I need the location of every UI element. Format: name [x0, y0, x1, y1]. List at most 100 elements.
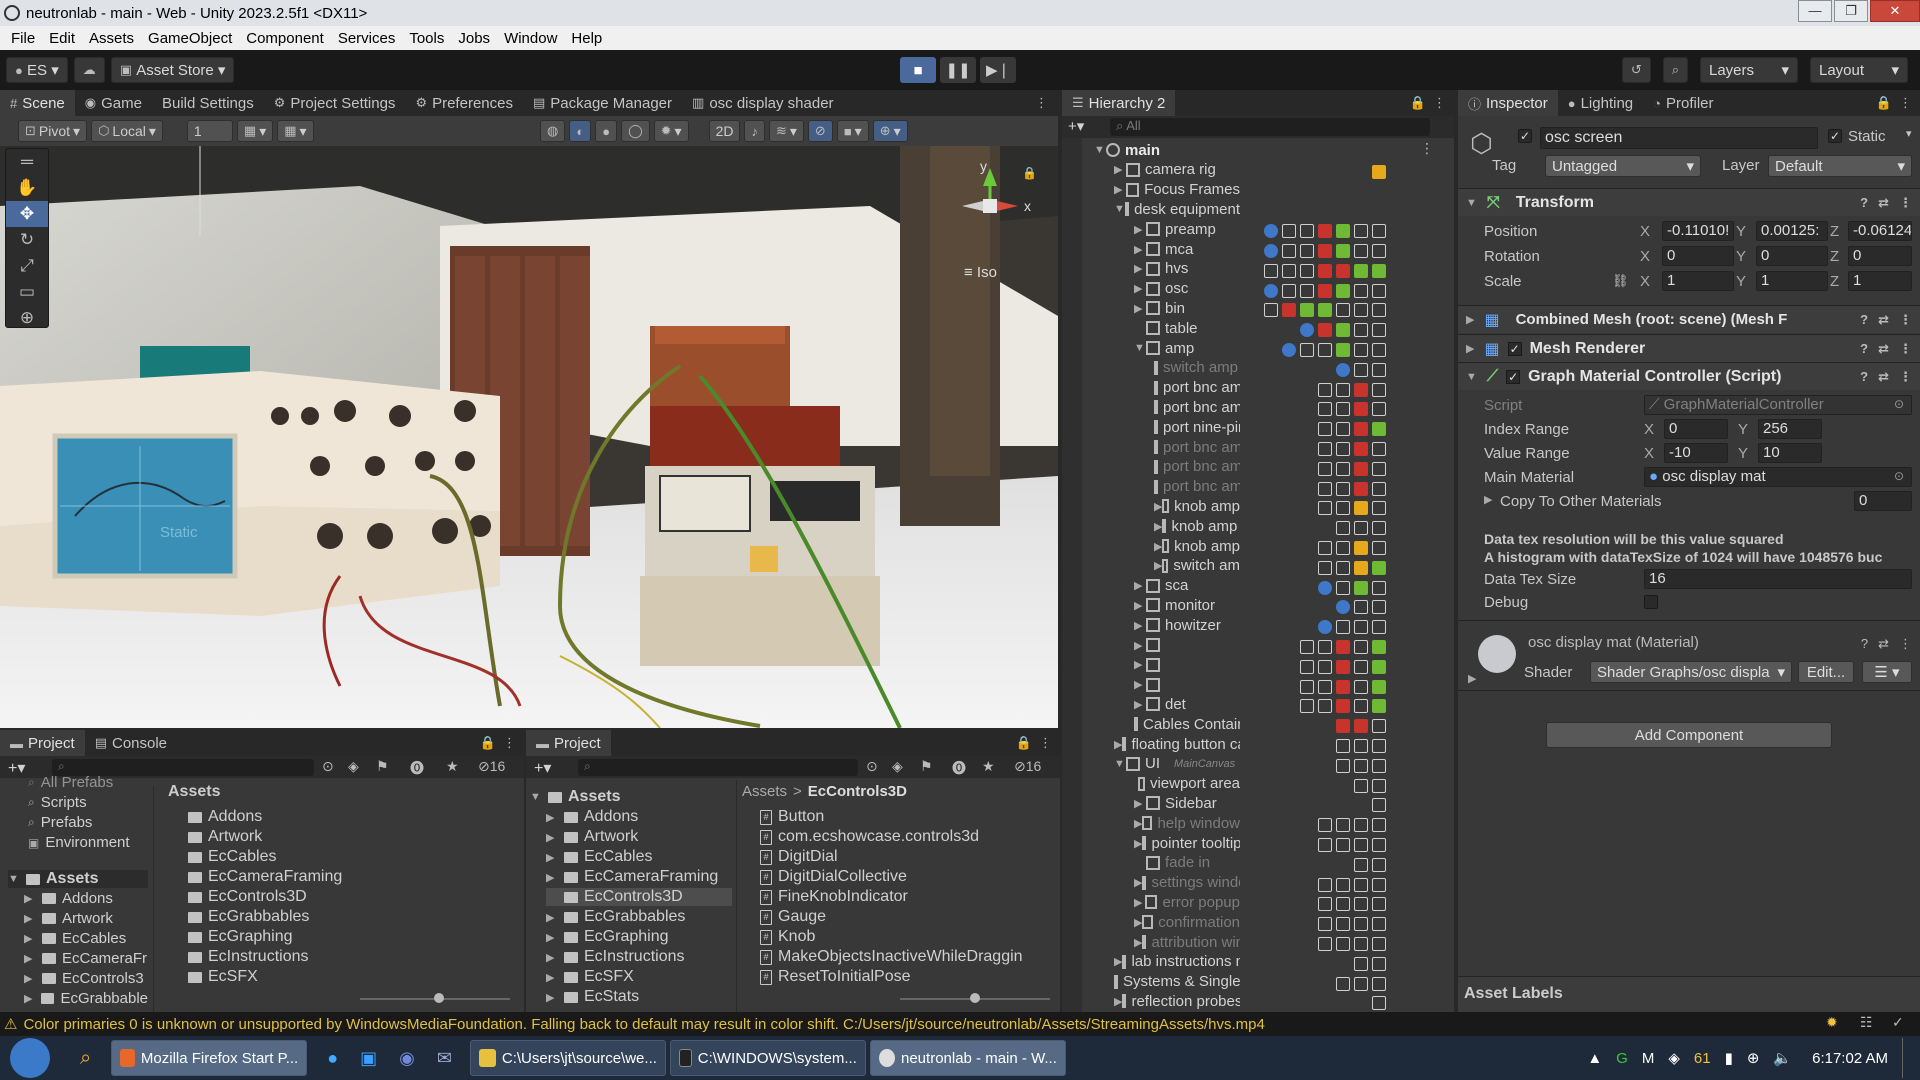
hand-tool-button[interactable]: ✋	[6, 175, 48, 201]
transform-rot-x-field[interactable]: 0	[1662, 246, 1734, 266]
script-file-item[interactable]: # ResetToInitialPose	[760, 968, 911, 986]
transform-pos-y-field[interactable]: 0.00125:	[1756, 221, 1828, 241]
hierarchy-row[interactable]: Cables Container	[1134, 714, 1240, 734]
data-tex-size-field[interactable]: 16	[1644, 569, 1912, 589]
tree-folder[interactable]: ▶ EcGrabbables	[546, 908, 732, 926]
tab-lighting[interactable]: ● Lighting	[1558, 90, 1643, 116]
folder-item[interactable]: EcControls3D	[188, 888, 307, 906]
hierarchy-row[interactable]: viewport area	[1134, 774, 1240, 794]
script-file-item[interactable]: # Button	[760, 808, 824, 826]
foldout-arrow-icon[interactable]: ▶	[1114, 955, 1122, 968]
hierarchy-visibility-gutter[interactable]	[1062, 138, 1082, 1012]
mail-icon[interactable]: ✉	[437, 1048, 452, 1069]
more-menu-icon[interactable]: ⋮	[1899, 636, 1912, 652]
hierarchy-row[interactable]: port bnc amp un	[1154, 457, 1240, 477]
transform-rot-y-field[interactable]: 0	[1756, 246, 1828, 266]
2d-toggle[interactable]: 2D	[708, 120, 741, 142]
foldout-arrow-icon[interactable]: ▶	[1134, 837, 1142, 850]
lock-icon[interactable]: 🔒	[1876, 95, 1892, 111]
tree-root-assets[interactable]: ▼ Assets	[530, 788, 620, 806]
copy-to-other-field[interactable]: 0	[1854, 491, 1912, 511]
folder-item[interactable]: EcGraphing	[188, 928, 293, 946]
tree-folder[interactable]: ▶ EcCables	[24, 930, 148, 947]
object-picker-icon[interactable]: ⊙	[1894, 397, 1904, 411]
value-range-y-field[interactable]: 10	[1758, 443, 1822, 463]
shader-edit-button[interactable]: Edit...	[1798, 661, 1854, 683]
tree-folder[interactable]: ▶ EcCables	[546, 848, 732, 866]
more-menu-icon[interactable]: ⋮	[1899, 369, 1912, 385]
folder-item[interactable]: EcCables	[188, 848, 276, 866]
hierarchy-row[interactable]: ▶ preamp	[1134, 219, 1240, 239]
tab-project-settings[interactable]: ⚙ Project Settings	[264, 90, 406, 116]
label-filter-icon[interactable]: ◈	[892, 758, 903, 775]
transform-scl-y-field[interactable]: 1	[1756, 271, 1828, 291]
status-bar[interactable]: ⚠ Color primaries 0 is unknown or unsupp…	[0, 1012, 1920, 1036]
label-filter-icon[interactable]: ◈	[348, 758, 359, 775]
search-by-type-icon[interactable]: ⊙	[866, 758, 878, 775]
volume-icon[interactable]: 🔈	[1773, 1049, 1792, 1067]
grid-snap-button[interactable]: ▦ ▾	[236, 120, 274, 142]
hierarchy-row[interactable]: ▶	[1134, 635, 1240, 655]
foldout-arrow-icon[interactable]: ▶	[1114, 183, 1126, 196]
hierarchy-row[interactable]: ▶ sca	[1134, 576, 1240, 596]
hierarchy-row[interactable]: ▶ knob amp	[1154, 496, 1240, 516]
foldout-arrow-icon[interactable]: ▶	[1134, 678, 1146, 691]
tab-osc-display-shader[interactable]: ▥ osc display shader	[682, 90, 844, 116]
tab-console[interactable]: ▤ Console	[85, 730, 177, 756]
hierarchy-row[interactable]: ▼ desk equipment	[1114, 199, 1240, 219]
hierarchy-row[interactable]: switch amp blr auto	[1154, 358, 1240, 378]
layout-dropdown[interactable]: Layout ▾	[1810, 57, 1908, 83]
star-icon[interactable]: ★	[446, 758, 459, 775]
foldout-arrow-icon[interactable]: ▶	[1134, 698, 1146, 711]
scene-viewport[interactable]: y x ≡ Iso Static 🔒	[0, 146, 1058, 728]
pause-button[interactable]: ❚❚	[940, 57, 976, 83]
transform-pos-x-field[interactable]: -0.11010!	[1662, 221, 1734, 241]
shading-wireframe-button[interactable]: ◍	[540, 120, 566, 142]
scale-tool-button[interactable]: ⤢	[6, 253, 48, 279]
battery-icon[interactable]: ▮	[1725, 1049, 1733, 1067]
tree-folder[interactable]: ▶ EcCameraFr	[24, 950, 148, 967]
foldout-arrow-icon[interactable]: ▶	[1134, 619, 1146, 632]
hierarchy-row[interactable]: ▶ knob amp	[1154, 536, 1240, 556]
foldout-arrow-icon[interactable]: ▼	[1114, 758, 1126, 770]
hierarchy-row[interactable]: ▶ reflection probes	[1114, 991, 1240, 1011]
combined-mesh-header[interactable]: ▶ ▦ Combined Mesh (root: scene) (Mesh F …	[1458, 305, 1920, 333]
hierarchy-row[interactable]: ▶	[1134, 655, 1240, 675]
foldout-arrow-icon[interactable]: ▶	[1134, 658, 1146, 671]
more-menu-icon[interactable]: ⋮	[1433, 95, 1446, 111]
close-button[interactable]: ✕	[1870, 0, 1920, 22]
minimize-button[interactable]: —	[1798, 0, 1832, 22]
hierarchy-row[interactable]: ▶ camera rig	[1114, 160, 1240, 180]
foldout-arrow-icon[interactable]: ▶	[1154, 559, 1162, 572]
help-icon[interactable]: ?	[1860, 312, 1868, 328]
step-button[interactable]: ▶❘	[980, 57, 1016, 83]
filter-icon[interactable]: ⚑	[376, 758, 389, 775]
more-menu-icon[interactable]: ⋮	[1899, 341, 1912, 357]
create-button[interactable]: +▾	[1068, 117, 1084, 135]
mesh-renderer-header[interactable]: ▶ ▦ ✓ Mesh Renderer ? ⇄ ⋮	[1458, 334, 1920, 362]
foldout-arrow-icon[interactable]: ▼	[1114, 203, 1125, 215]
help-icon[interactable]: ?	[1861, 636, 1868, 652]
menu-gameobject[interactable]: GameObject	[148, 30, 232, 47]
filter-icon[interactable]: ⚑	[920, 758, 933, 775]
search-icon[interactable]: ⌕	[80, 1047, 91, 1070]
index-range-y-field[interactable]: 256	[1758, 419, 1822, 439]
gizmos-toggle[interactable]: ⊕ ▾	[872, 120, 908, 142]
more-menu-icon[interactable]: ⋮	[1039, 735, 1052, 751]
progress-spinner-icon[interactable]: ✹	[1826, 1014, 1838, 1031]
menu-edit[interactable]: Edit	[49, 30, 75, 47]
foldout-arrow-icon[interactable]: ▼	[1094, 144, 1106, 156]
tab-build-settings[interactable]: Build Settings	[152, 90, 264, 116]
hierarchy-row[interactable]: ▶ pointer tooltip	[1134, 833, 1240, 853]
grammarly-icon[interactable]: G	[1616, 1050, 1628, 1067]
show-desktop-button[interactable]	[1902, 1038, 1910, 1078]
add-component-button[interactable]: Add Component	[1546, 722, 1832, 748]
tab-game[interactable]: ◉ Game	[75, 90, 152, 116]
foldout-arrow-icon[interactable]: ▶	[1154, 520, 1162, 533]
iso-label[interactable]: ≡ Iso	[964, 264, 997, 281]
foldout-arrow-icon[interactable]: ▶	[1114, 738, 1122, 751]
move-tool-button[interactable]: ✥	[6, 201, 48, 227]
hierarchy-row[interactable]: ▼ amp	[1134, 338, 1240, 358]
foldout-arrow-icon[interactable]: ▶	[1134, 599, 1146, 612]
rect-tool-button[interactable]: ▭	[6, 279, 48, 305]
